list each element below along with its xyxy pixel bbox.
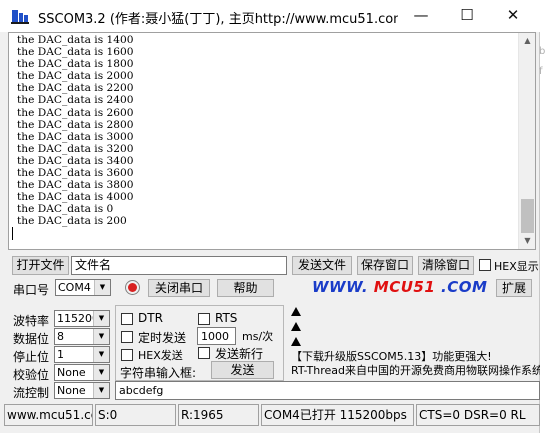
hex-display-checkbox[interactable]: [479, 259, 491, 271]
scroll-down-arrow-icon[interactable]: ▼: [519, 233, 536, 249]
receive-textarea[interactable]: the DAC_data is 1400 the DAC_data is 1600…: [8, 32, 536, 250]
interval-input[interactable]: 1000: [197, 327, 236, 345]
window-title: SSCOM3.2 (作者:聂小猛(丁丁), 主页http://www.mcu51…: [38, 12, 398, 27]
scroll-thumb[interactable]: [521, 199, 534, 233]
timed-send-label: 定时发送: [138, 331, 187, 345]
status-received-count: R:1965: [178, 404, 259, 426]
background-glyph: f: [539, 66, 543, 77]
rt-thread-link[interactable]: RT-Thread来自中国的开源免费商用物联网操作系统: [291, 362, 540, 378]
title-bar: SSCOM3.2 (作者:聂小猛(丁丁), 主页http://www.mcu51…: [0, 0, 540, 32]
receive-line: the DAC_data is 2800: [17, 118, 134, 131]
help-button[interactable]: 帮助: [217, 279, 274, 297]
receive-line: the DAC_data is 3800: [17, 179, 134, 192]
text-caret: [12, 227, 13, 240]
brand-link[interactable]: WWW. MCU51 .COM: [312, 278, 487, 296]
parity-label: 校验位: [13, 368, 50, 382]
send-file-button[interactable]: 发送文件: [292, 256, 352, 275]
port-select[interactable]: COM4 ▼: [55, 279, 111, 296]
chevron-down-icon[interactable]: ▼: [94, 280, 110, 295]
brand-prefix: WWW.: [312, 278, 369, 296]
receive-line: the DAC_data is 2200: [17, 82, 134, 95]
hex-send-label: HEX发送: [138, 349, 183, 362]
brand-name: MCU51: [373, 278, 436, 296]
port-value: COM4: [58, 281, 91, 294]
brand-suffix: .COM: [441, 278, 488, 296]
hex-send-checkbox[interactable]: [121, 349, 133, 361]
background-glyph: b: [539, 46, 546, 57]
vertical-scrollbar[interactable]: ▲ ▼: [518, 33, 535, 249]
receive-line: the DAC_data is 0: [17, 203, 114, 216]
stopbits-select[interactable]: 1 ▼: [54, 346, 110, 363]
flow-label: 流控制: [13, 386, 50, 400]
dtr-label: DTR: [138, 311, 163, 325]
filename-input[interactable]: 文件名: [71, 256, 287, 275]
send-button[interactable]: 发送: [211, 361, 274, 379]
clear-window-button[interactable]: 清除窗口: [418, 256, 474, 275]
interval-unit: ms/次: [242, 330, 274, 343]
flow-select[interactable]: None ▼: [54, 382, 110, 399]
chevron-down-icon[interactable]: ▼: [93, 383, 109, 398]
status-signals: CTS=0 DSR=0 RL: [416, 404, 540, 426]
receive-line: the DAC_data is 2000: [17, 70, 134, 83]
chevron-down-icon[interactable]: ▼: [93, 347, 109, 362]
scroll-up-arrow-icon[interactable]: ▲: [519, 33, 536, 49]
status-sent-count: S:0: [95, 404, 176, 426]
receive-line: the DAC_data is 3600: [17, 167, 134, 180]
rts-label: RTS: [215, 311, 238, 325]
stopbits-value: 1: [57, 348, 64, 361]
receive-line: the DAC_data is 1600: [17, 46, 134, 59]
receive-line: the DAC_data is 3000: [17, 130, 134, 143]
save-window-button[interactable]: 保存窗口: [357, 256, 413, 275]
arrow-up-icon: [291, 307, 301, 316]
string-input-label: 字符串输入框:: [120, 366, 197, 380]
databits-value: 8: [57, 330, 64, 343]
rts-checkbox[interactable]: [198, 313, 210, 325]
databits-select[interactable]: 8 ▼: [54, 328, 110, 345]
port-label: 串口号: [13, 283, 50, 297]
expand-button[interactable]: 扩展: [496, 279, 532, 297]
status-port-state: COM4已打开 115200bps: [261, 404, 414, 426]
receive-line: the DAC_data is 3200: [17, 142, 134, 155]
parity-value: None: [57, 366, 86, 379]
receive-line: the DAC_data is 1400: [17, 34, 134, 46]
chevron-down-icon[interactable]: ▼: [93, 329, 109, 344]
timed-send-checkbox[interactable]: [121, 331, 133, 343]
arrow-up-icon: [291, 322, 301, 331]
dtr-checkbox[interactable]: [121, 313, 133, 325]
flow-value: None: [57, 384, 86, 397]
open-file-button[interactable]: 打开文件: [12, 256, 69, 275]
close-button[interactable]: ✕: [490, 0, 536, 32]
receive-line: the DAC_data is 3400: [17, 154, 134, 167]
port-status-led-icon: [125, 280, 140, 295]
databits-label: 数据位: [13, 332, 50, 346]
chevron-down-icon[interactable]: ▼: [93, 365, 109, 380]
receive-line: the DAC_data is 2600: [17, 106, 134, 119]
baud-select[interactable]: 115200 ▼: [54, 310, 110, 327]
receive-line: the DAC_data is 2400: [17, 94, 134, 107]
parity-select[interactable]: None ▼: [54, 364, 110, 381]
baud-label: 波特率: [13, 314, 50, 328]
desktop-strip: [540, 0, 546, 433]
chevron-down-icon[interactable]: ▼: [93, 311, 109, 326]
hex-display-label: HEX显示: [494, 260, 539, 273]
app-icon: [11, 10, 29, 24]
close-port-button[interactable]: 关闭串口: [148, 279, 210, 297]
maximize-button[interactable]: ☐: [444, 0, 490, 32]
receive-line: the DAC_data is 4000: [17, 191, 134, 204]
receive-text: the DAC_data is 1400 the DAC_data is 1600…: [17, 34, 133, 228]
send-newline-checkbox[interactable]: [198, 347, 210, 359]
stopbits-label: 停止位: [13, 350, 50, 364]
arrow-up-icon: [291, 337, 301, 346]
status-site: www.mcu51.com: [4, 404, 93, 426]
receive-line: the DAC_data is 200: [17, 215, 127, 228]
string-input[interactable]: abcdefg: [115, 381, 540, 400]
receive-line: the DAC_data is 1800: [17, 58, 134, 71]
minimize-button[interactable]: —: [398, 0, 444, 32]
send-newline-label: 发送新行: [215, 347, 264, 361]
